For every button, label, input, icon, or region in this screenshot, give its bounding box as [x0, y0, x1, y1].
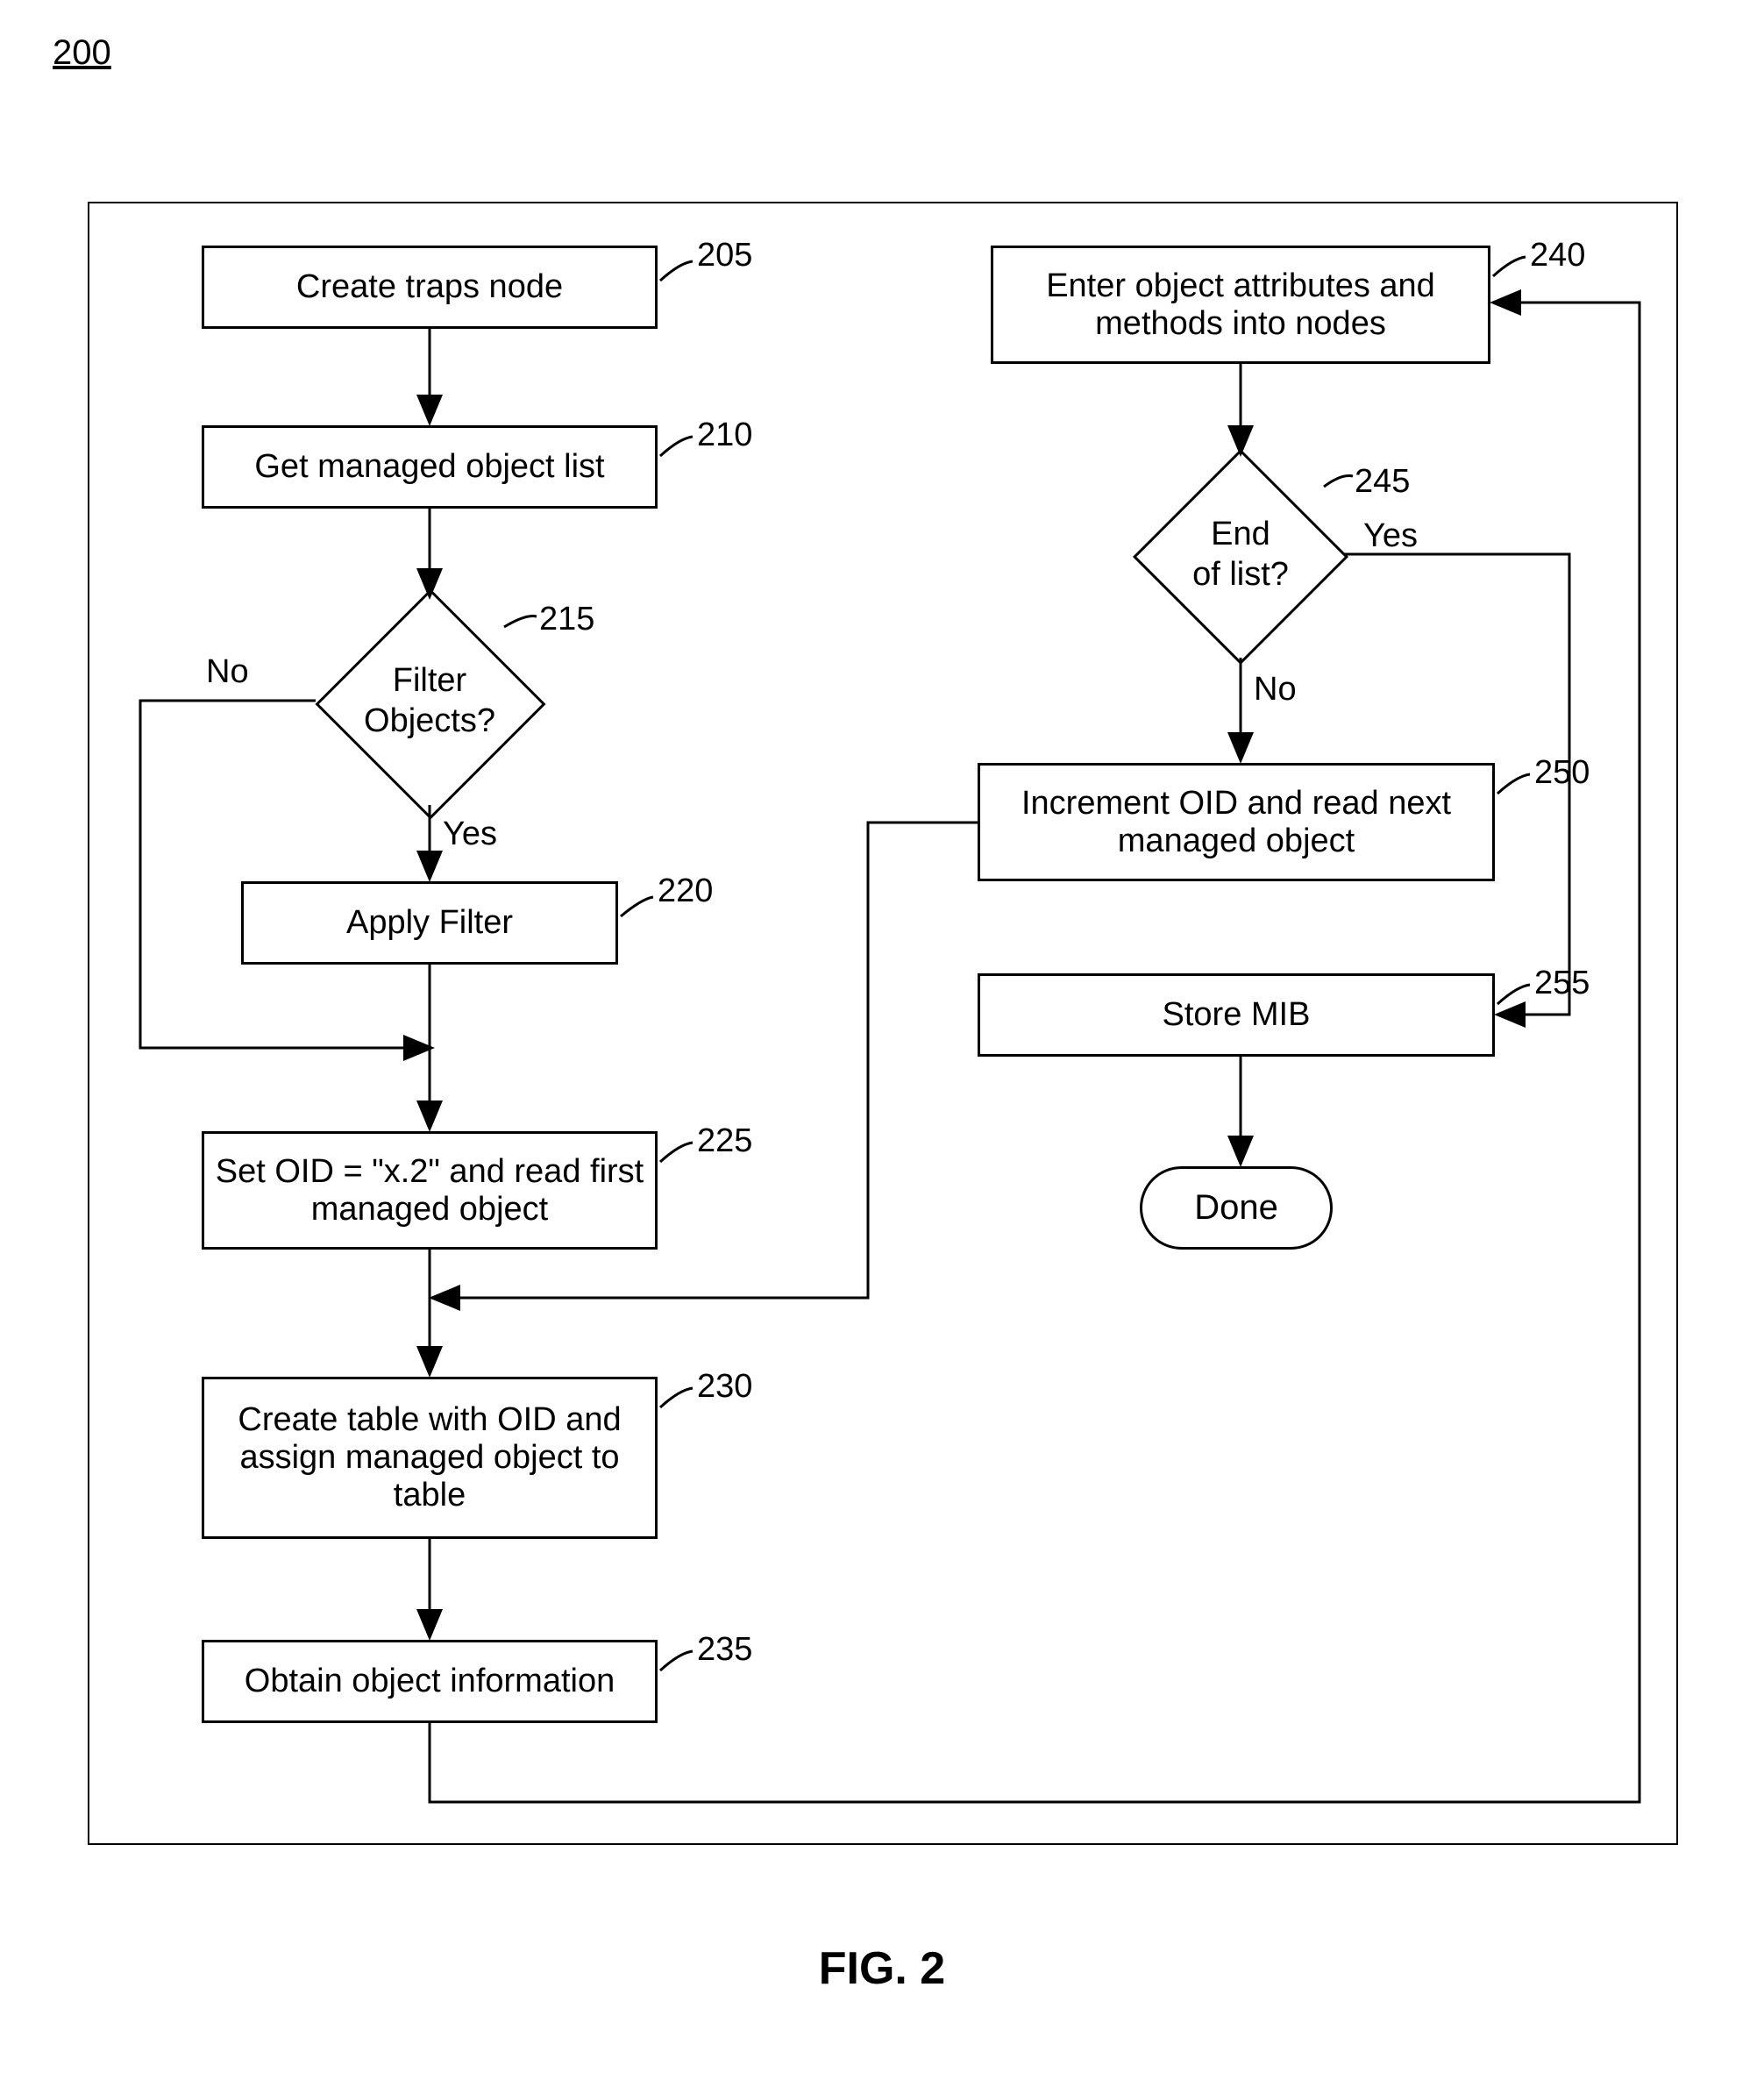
chart-border [88, 202, 1678, 1845]
flowchart-canvas: 200 Create traps node 205 Get managed ob… [0, 0, 1764, 2087]
figure-ref-number: 200 [53, 33, 111, 73]
figure-title: FIG. 2 [0, 1942, 1764, 1995]
